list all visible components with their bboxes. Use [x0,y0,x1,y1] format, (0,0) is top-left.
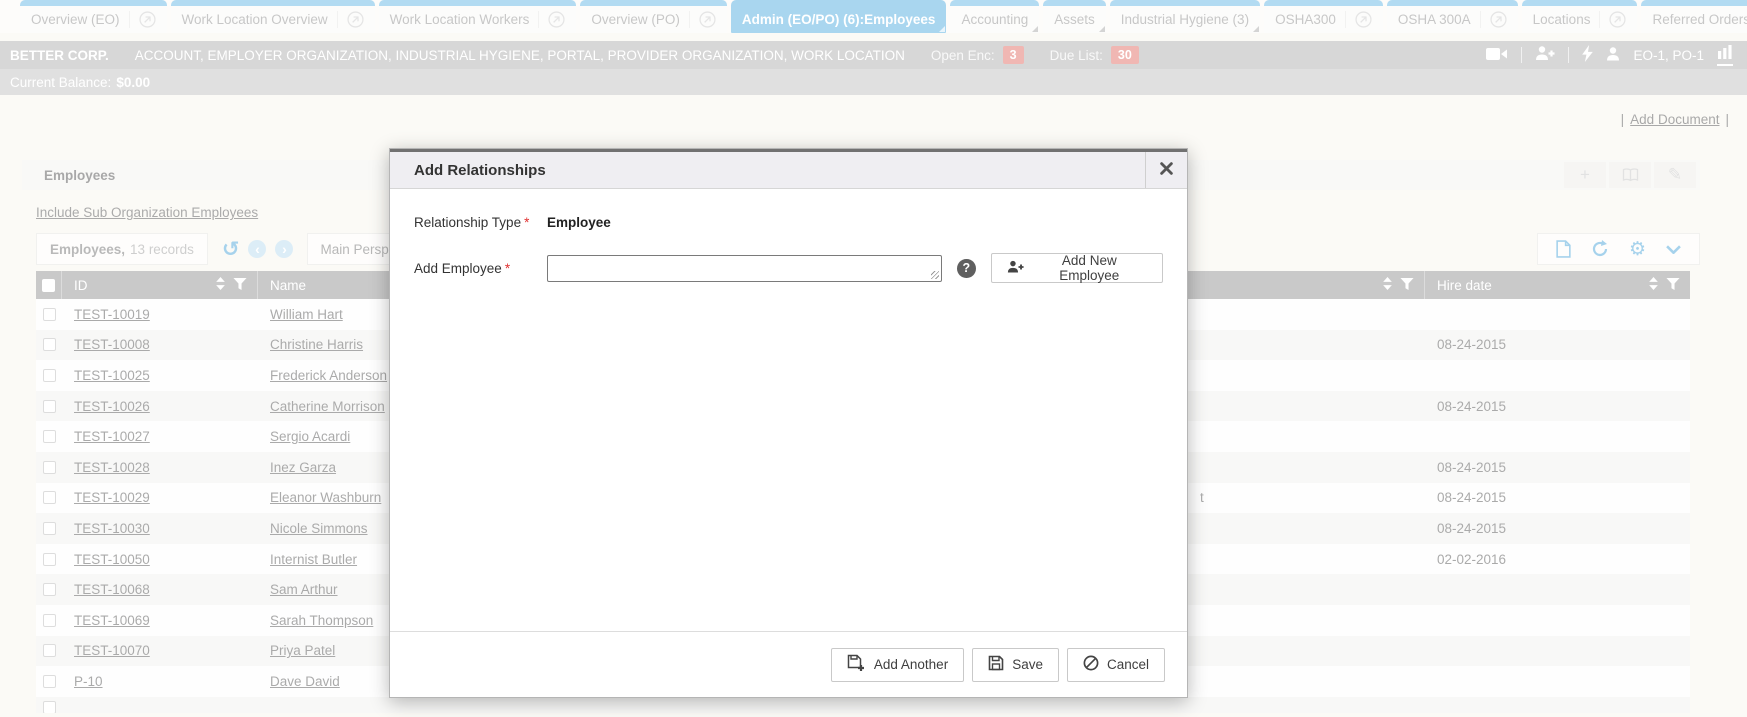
cancel-icon [1083,655,1099,674]
cancel-button[interactable]: Cancel [1067,648,1165,682]
required-asterisk: * [505,261,510,276]
dialog-title: Add Relationships [390,162,546,179]
save-icon [988,655,1004,674]
relationship-type-label: Relationship Type* [414,215,547,230]
person-add-icon [1007,260,1024,277]
add-relationships-dialog: Add Relationships Relationship Type* Emp… [389,148,1188,698]
help-icon[interactable]: ? [957,259,976,278]
add-employee-input[interactable] [547,255,942,282]
save-plus-icon [847,654,866,675]
relationship-type-row: Relationship Type* Employee [414,215,1163,230]
add-another-button[interactable]: Add Another [831,648,964,682]
save-button[interactable]: Save [972,648,1059,682]
close-button[interactable] [1145,152,1187,188]
relationship-type-value: Employee [547,215,611,230]
dialog-title-bar: Add Relationships [390,149,1187,189]
add-new-employee-button[interactable]: Add New Employee [991,253,1163,283]
add-employee-row: Add Employee* ? Add New Employee [414,253,1163,283]
dialog-footer: Add Another Save Cancel [390,631,1187,697]
required-asterisk: * [524,215,529,230]
close-icon [1160,162,1173,178]
add-employee-label: Add Employee* [414,261,547,276]
